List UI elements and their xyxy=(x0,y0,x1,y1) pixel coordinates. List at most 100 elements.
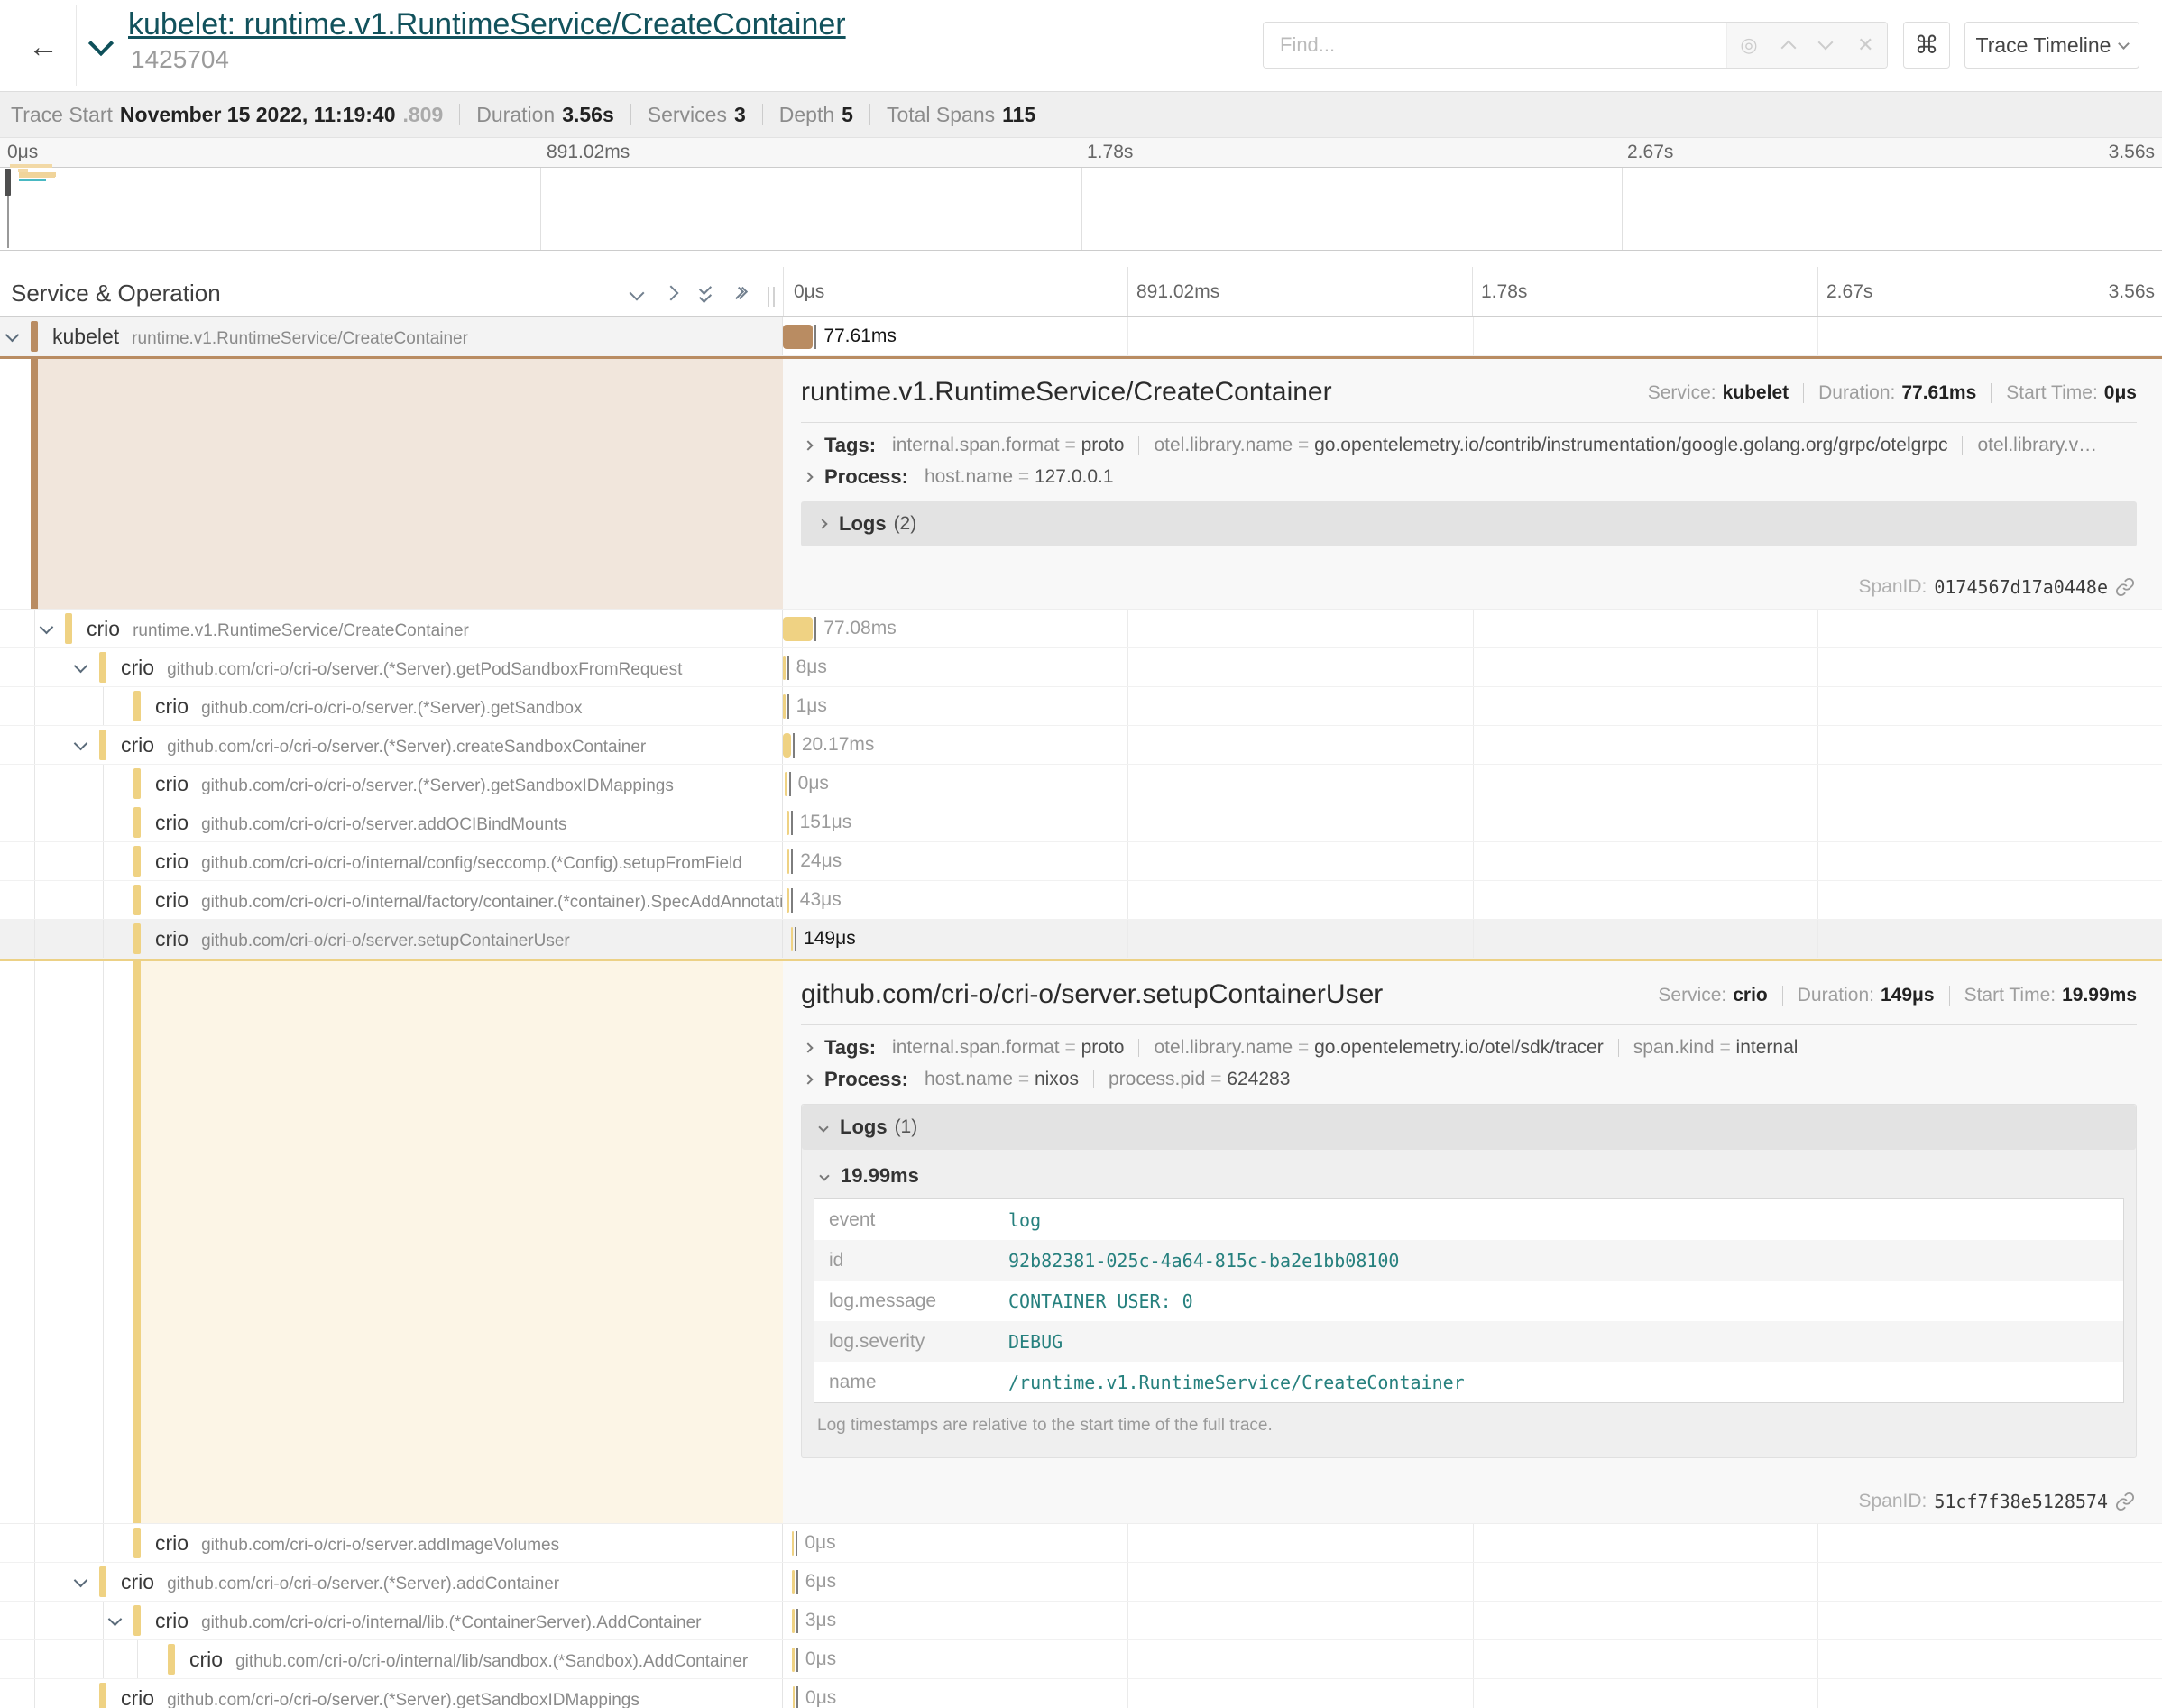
span-row[interactable]: criogithub.com/cri-o/cri-o/server.(*Serv… xyxy=(0,648,2162,687)
span-timeline-cell[interactable]: 1μs xyxy=(783,687,2162,725)
span-name-cell[interactable]: criogithub.com/cri-o/cri-o/server.addOCI… xyxy=(0,803,783,841)
duration-bar[interactable] xyxy=(793,1686,796,1708)
trace-minimap[interactable] xyxy=(0,167,2162,251)
tag-pill: otel.library.name = go.opentelemetry.io/… xyxy=(1154,1037,1603,1058)
span-color-bar xyxy=(133,768,141,799)
span-row[interactable]: kubeletruntime.v1.RuntimeService/CreateC… xyxy=(0,317,2162,356)
span-row[interactable]: criogithub.com/cri-o/cri-o/server.addIma… xyxy=(0,1524,2162,1563)
duration-bar[interactable] xyxy=(785,772,787,796)
process-row[interactable]: Process: host.name = nixosprocess.pid = … xyxy=(801,1068,2137,1091)
span-timeline-cell[interactable]: 3μs xyxy=(783,1602,2162,1639)
span-timeline-cell[interactable]: 6μs xyxy=(783,1563,2162,1601)
span-timeline-cell[interactable]: 24μs xyxy=(783,842,2162,880)
duration-bar[interactable] xyxy=(787,888,789,913)
process-row[interactable]: Process: host.name = 127.0.0.1 xyxy=(801,465,2137,489)
duration-bar[interactable] xyxy=(791,927,794,951)
span-row[interactable]: criogithub.com/cri-o/cri-o/server.setupC… xyxy=(0,920,2162,959)
keyboard-shortcuts-button[interactable]: ⌘ xyxy=(1903,22,1950,69)
chevron-down-icon[interactable] xyxy=(108,1612,123,1627)
span-timeline-cell[interactable]: 0μs xyxy=(783,1524,2162,1562)
view-selector-button[interactable]: Trace Timeline xyxy=(1964,22,2139,69)
duration-bar[interactable] xyxy=(783,656,786,680)
collapse-all-icon[interactable] xyxy=(700,285,711,300)
duration-bar[interactable] xyxy=(783,733,791,758)
duration-bar[interactable] xyxy=(783,617,813,641)
locate-icon[interactable]: ◎ xyxy=(1740,33,1757,57)
logs-toggle[interactable]: Logs (2) xyxy=(801,501,2137,546)
span-color-bar xyxy=(133,1528,141,1558)
expand-all-icon[interactable] xyxy=(734,288,741,298)
span-timeline-cell[interactable]: 0μs xyxy=(783,1679,2162,1708)
span-name-cell[interactable]: criogithub.com/cri-o/cri-o/server.addIma… xyxy=(0,1524,783,1562)
span-name-cell[interactable]: criogithub.com/cri-o/cri-o/server.(*Serv… xyxy=(0,1563,783,1601)
span-row[interactable]: criogithub.com/cri-o/cri-o/internal/fact… xyxy=(0,881,2162,920)
minimap-drag-handle[interactable] xyxy=(5,169,11,196)
span-timeline-cell[interactable]: 43μs xyxy=(783,881,2162,919)
find-input[interactable] xyxy=(1264,23,1726,68)
span-name-cell[interactable]: kubeletruntime.v1.RuntimeService/CreateC… xyxy=(0,317,783,355)
span-row[interactable]: criogithub.com/cri-o/cri-o/internal/lib/… xyxy=(0,1640,2162,1679)
span-row[interactable]: criogithub.com/cri-o/cri-o/server.(*Serv… xyxy=(0,1563,2162,1602)
span-name-cell[interactable]: criogithub.com/cri-o/cri-o/server.(*Serv… xyxy=(0,648,783,686)
find-prev-icon[interactable] xyxy=(1781,41,1797,56)
span-name-cell[interactable]: criogithub.com/cri-o/cri-o/internal/conf… xyxy=(0,842,783,880)
span-name-cell[interactable]: criogithub.com/cri-o/cri-o/server.(*Serv… xyxy=(0,726,783,764)
link-icon[interactable] xyxy=(2115,577,2135,597)
span-row[interactable]: criogithub.com/cri-o/cri-o/server.addOCI… xyxy=(0,803,2162,842)
operation-name: github.com/cri-o/cri-o/server.(*Server).… xyxy=(167,1575,559,1594)
jaeger-trace-page: ← kubelet: runtime.v1.RuntimeService/Cre… xyxy=(0,0,2162,1708)
span-timeline-cell[interactable]: 0μs xyxy=(783,765,2162,803)
span-name-cell[interactable]: criogithub.com/cri-o/cri-o/server.(*Serv… xyxy=(0,1679,783,1708)
collapse-trace-header-icon[interactable] xyxy=(88,31,114,56)
span-timeline-cell[interactable]: 77.61ms xyxy=(783,317,2162,355)
duration-bar[interactable] xyxy=(792,1570,795,1594)
logs-toggle[interactable]: Logs (1) xyxy=(802,1105,2136,1150)
operation-name: github.com/cri-o/cri-o/server.(*Server).… xyxy=(167,738,646,758)
span-row[interactable]: criogithub.com/cri-o/cri-o/server.(*Serv… xyxy=(0,687,2162,726)
clear-find-icon[interactable]: ✕ xyxy=(1857,33,1873,57)
duration-bar[interactable] xyxy=(787,811,789,835)
duration-bar[interactable] xyxy=(783,325,813,349)
log-entry-toggle[interactable]: 19.99ms xyxy=(817,1164,2124,1188)
span-timeline-cell[interactable]: 8μs xyxy=(783,648,2162,686)
expand-one-icon[interactable] xyxy=(664,285,679,300)
span-row[interactable]: criogithub.com/cri-o/cri-o/server.(*Serv… xyxy=(0,765,2162,803)
trace-title-link[interactable]: kubelet: runtime.v1.RuntimeService/Creat… xyxy=(128,7,846,42)
span-name-cell[interactable]: criogithub.com/cri-o/cri-o/server.(*Serv… xyxy=(0,765,783,803)
chevron-down-icon[interactable] xyxy=(74,659,88,674)
column-resizer[interactable] xyxy=(768,287,775,307)
span-timeline-cell[interactable]: 151μs xyxy=(783,803,2162,841)
chevron-down-icon[interactable] xyxy=(5,328,20,343)
span-row[interactable]: crioruntime.v1.RuntimeService/CreateCont… xyxy=(0,610,2162,648)
chevron-down-icon[interactable] xyxy=(74,737,88,751)
duration-bar[interactable] xyxy=(787,849,790,874)
find-next-icon[interactable] xyxy=(1818,35,1834,51)
collapse-one-icon[interactable] xyxy=(630,285,645,300)
span-row[interactable]: criogithub.com/cri-o/cri-o/internal/lib.… xyxy=(0,1602,2162,1640)
duration-bar[interactable] xyxy=(792,1648,795,1672)
span-row[interactable]: criogithub.com/cri-o/cri-o/server.(*Serv… xyxy=(0,1679,2162,1708)
chevron-down-icon[interactable] xyxy=(40,620,54,635)
span-name-cell[interactable]: criogithub.com/cri-o/cri-o/internal/lib.… xyxy=(0,1602,783,1639)
link-icon[interactable] xyxy=(2115,1492,2135,1511)
trace-start-label: Trace Start xyxy=(11,103,113,127)
duration-bar[interactable] xyxy=(792,1531,795,1556)
duration-bar[interactable] xyxy=(792,1609,795,1633)
chevron-down-icon[interactable] xyxy=(74,1574,88,1588)
back-arrow-icon[interactable]: ← xyxy=(20,23,67,70)
span-row[interactable]: criogithub.com/cri-o/cri-o/server.(*Serv… xyxy=(0,726,2162,765)
span-name-cell[interactable]: criogithub.com/cri-o/cri-o/server.(*Serv… xyxy=(0,687,783,725)
span-timeline-cell[interactable]: 0μs xyxy=(783,1640,2162,1678)
duration-bar[interactable] xyxy=(783,694,786,719)
tags-row[interactable]: Tags: internal.span.format = protootel.l… xyxy=(801,1036,2137,1060)
tag-pill: host.name = 127.0.0.1 xyxy=(925,466,1114,487)
span-timeline-cell[interactable]: 77.08ms xyxy=(783,610,2162,647)
span-name-cell[interactable]: criogithub.com/cri-o/cri-o/internal/fact… xyxy=(0,881,783,919)
tags-row[interactable]: Tags: internal.span.format = protootel.l… xyxy=(801,434,2137,457)
span-name-cell[interactable]: crioruntime.v1.RuntimeService/CreateCont… xyxy=(0,610,783,647)
span-row[interactable]: criogithub.com/cri-o/cri-o/internal/conf… xyxy=(0,842,2162,881)
span-name-cell[interactable]: criogithub.com/cri-o/cri-o/server.setupC… xyxy=(0,920,783,958)
span-name-cell[interactable]: criogithub.com/cri-o/cri-o/internal/lib/… xyxy=(0,1640,783,1678)
span-timeline-cell[interactable]: 20.17ms xyxy=(783,726,2162,764)
span-timeline-cell[interactable]: 149μs xyxy=(783,920,2162,958)
